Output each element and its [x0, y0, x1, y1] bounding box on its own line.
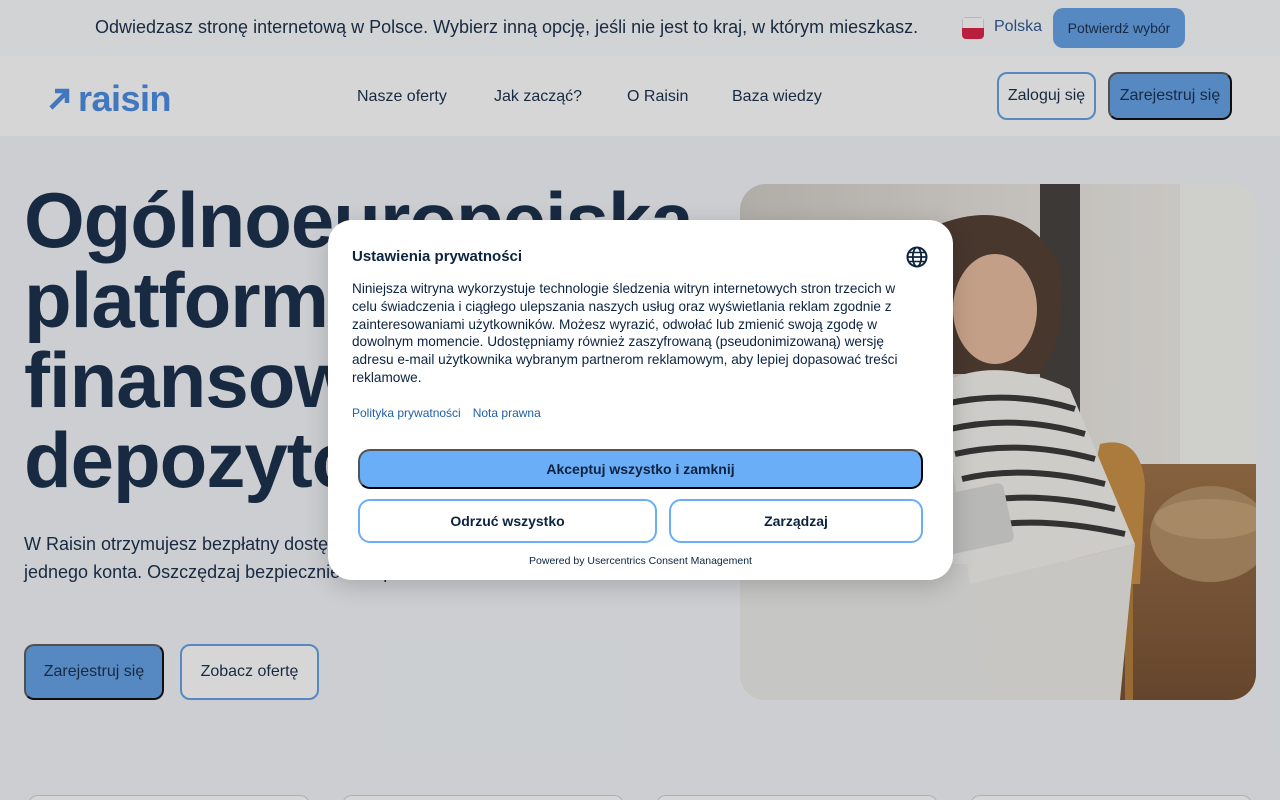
dialog-title: Ustawienia prywatności [352, 248, 523, 265]
legal-notice-link[interactable]: Nota prawna [473, 406, 541, 420]
privacy-settings-dialog: Ustawienia prywatności Niniejsza witryna… [328, 220, 953, 580]
accept-all-button[interactable]: Akceptuj wszystko i zamknij [358, 449, 923, 489]
privacy-policy-link[interactable]: Polityka prywatności [352, 406, 461, 420]
deny-all-button[interactable]: Odrzuć wszystko [358, 499, 657, 543]
dialog-links: Polityka prywatności Nota prawna [352, 406, 541, 420]
manage-button[interactable]: Zarządzaj [669, 499, 923, 543]
dialog-body-text: Niniejsza witryna wykorzystuje technolog… [352, 281, 898, 385]
powered-by-text: Powered by Usercentrics Consent Manageme… [529, 555, 752, 567]
globe-language-icon[interactable] [906, 246, 928, 268]
